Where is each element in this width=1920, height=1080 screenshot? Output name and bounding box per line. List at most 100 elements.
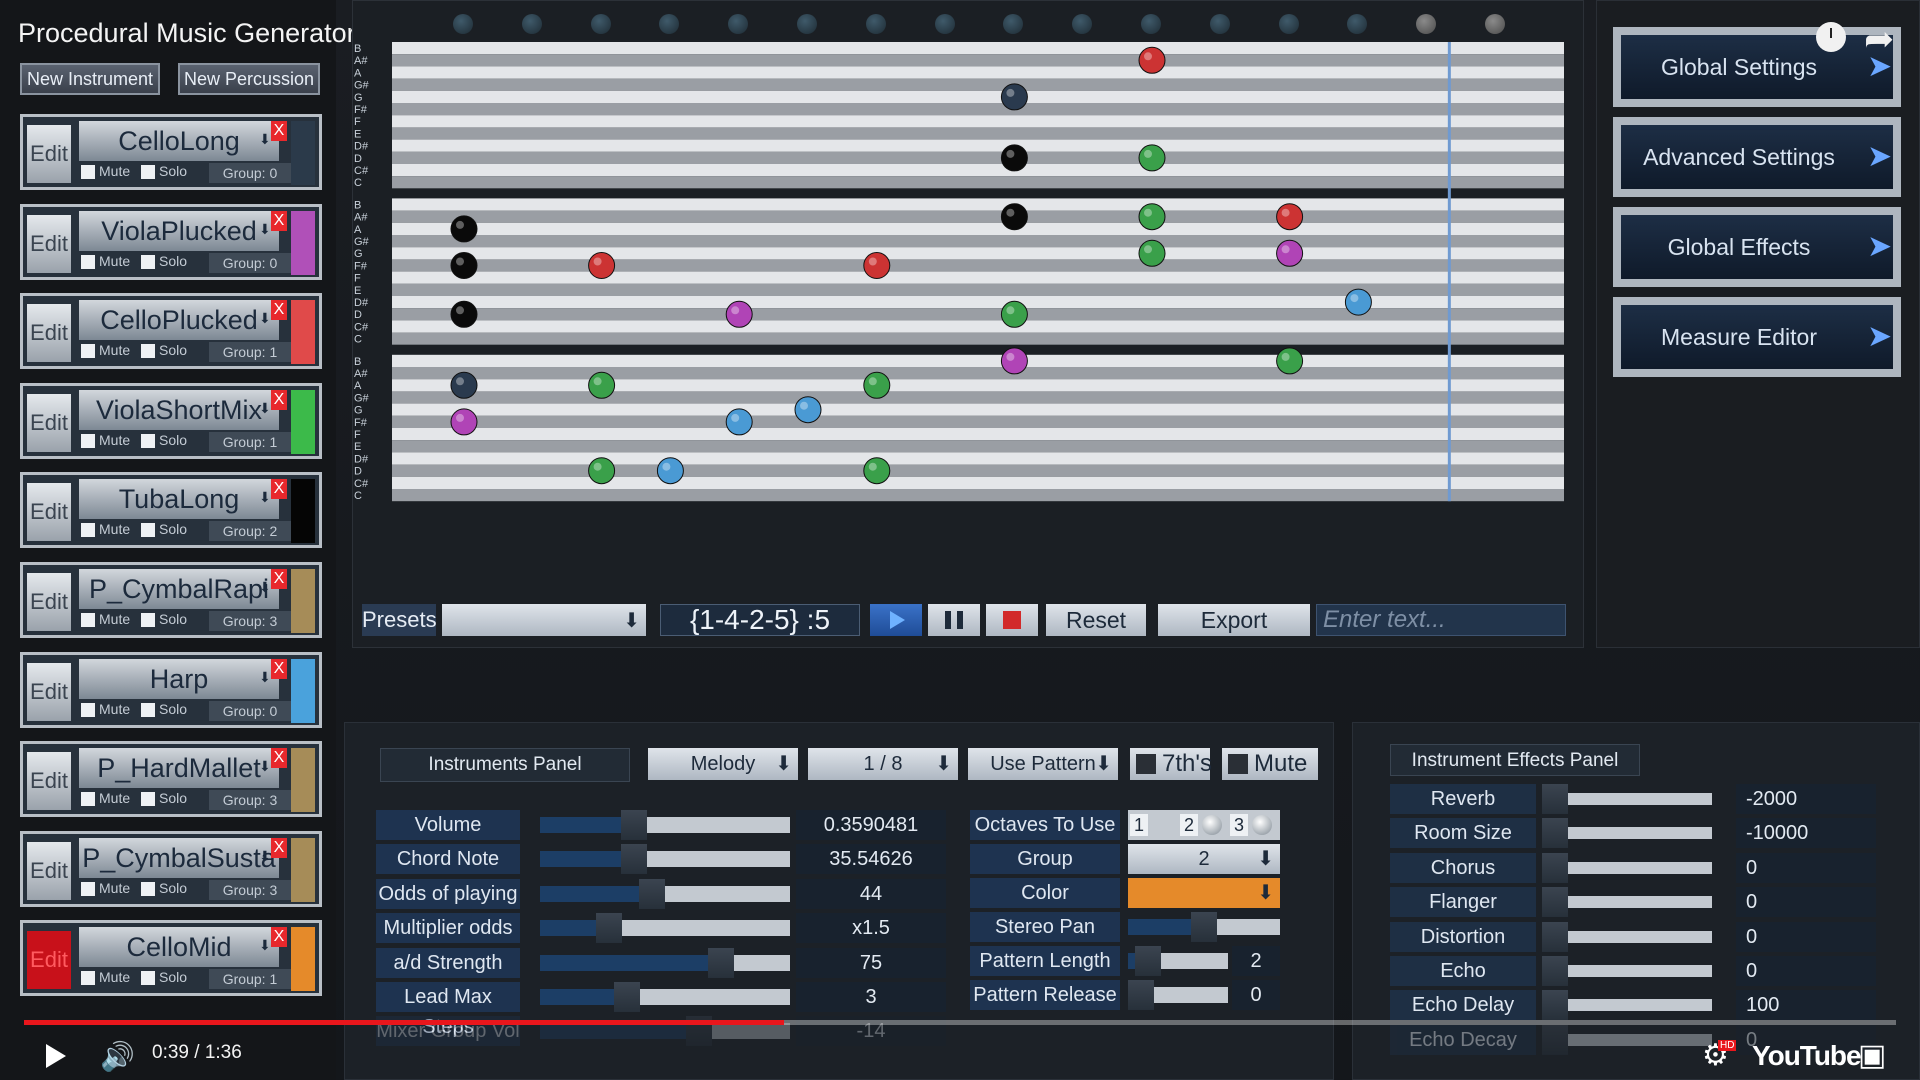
edit-instrument-button[interactable]: Edit xyxy=(27,752,71,811)
group-dropdown[interactable]: 2 ⬇ xyxy=(1128,844,1280,874)
slider-thumb[interactable] xyxy=(708,947,734,978)
instrument-name-dropdown[interactable]: CelloMid xyxy=(79,927,279,968)
slider-thumb[interactable] xyxy=(613,982,640,1012)
pattern-length-slider[interactable] xyxy=(1128,946,1228,976)
octave-3-toggle[interactable]: 3 xyxy=(1230,814,1248,836)
instrument-color-swatch[interactable] xyxy=(291,300,315,365)
beat-dot[interactable] xyxy=(1003,14,1024,34)
instrument-color-swatch[interactable] xyxy=(291,569,315,633)
instrument-color-swatch[interactable] xyxy=(291,121,315,185)
instrument-row[interactable]: Edit CelloMid ⬇ X Mute Solo Group: 1 xyxy=(20,920,322,997)
param-slider[interactable] xyxy=(540,844,790,875)
slider-thumb[interactable] xyxy=(1128,980,1154,1010)
note[interactable] xyxy=(656,457,684,485)
edit-instrument-button[interactable]: Edit xyxy=(27,304,71,363)
instrument-name-dropdown[interactable]: ViolaPlucked xyxy=(79,210,279,251)
instrument-row[interactable]: Edit Harp ⬇ X Mute Solo Group: 0 xyxy=(20,651,322,728)
effect-slider[interactable] xyxy=(1542,990,1712,1021)
slider-thumb[interactable] xyxy=(1135,946,1162,976)
instrument-color-swatch[interactable] xyxy=(291,389,315,454)
instrument-name-dropdown[interactable]: TubaLong xyxy=(79,479,279,520)
instrument-row[interactable]: Edit ViolaPlucked ⬇ X Mute Solo Group: 0 xyxy=(20,203,322,280)
slider-thumb[interactable] xyxy=(620,844,647,875)
beat-dot[interactable] xyxy=(521,14,542,34)
param-slider[interactable] xyxy=(540,947,790,978)
export-name-input[interactable] xyxy=(1316,604,1566,636)
solo-checkbox[interactable] xyxy=(141,702,155,717)
slider-thumb[interactable] xyxy=(1542,990,1568,1021)
instrument-row[interactable]: Edit CelloPlucked ⬇ X Mute Solo Group: 1 xyxy=(20,293,322,370)
mute-toggle[interactable]: Mute xyxy=(1222,748,1318,780)
note[interactable] xyxy=(1276,239,1304,267)
effect-slider[interactable] xyxy=(1542,818,1712,849)
mute-checkbox[interactable] xyxy=(81,344,95,359)
note[interactable] xyxy=(588,252,616,279)
mute-checkbox[interactable] xyxy=(81,702,95,717)
delete-instrument-button[interactable]: X xyxy=(271,389,287,410)
effect-slider[interactable] xyxy=(1542,852,1712,883)
volume-icon[interactable]: 🔊 xyxy=(100,1040,135,1073)
delete-instrument-button[interactable]: X xyxy=(271,121,287,141)
new-percussion-button[interactable]: New Percussion xyxy=(178,63,320,95)
delete-instrument-button[interactable]: X xyxy=(271,837,287,858)
solo-checkbox[interactable] xyxy=(141,254,155,269)
mute-checkbox[interactable] xyxy=(81,433,95,448)
solo-checkbox[interactable] xyxy=(141,881,155,896)
mute-checkbox[interactable] xyxy=(81,613,95,627)
param-slider[interactable] xyxy=(540,878,790,909)
watch-later-icon[interactable] xyxy=(1816,22,1846,52)
instrument-color-swatch[interactable] xyxy=(291,837,315,902)
slider-thumb[interactable] xyxy=(1542,921,1568,952)
solo-checkbox[interactable] xyxy=(141,523,155,538)
note[interactable] xyxy=(863,457,891,485)
pattern-dropdown[interactable]: Use Pattern ⬇ xyxy=(968,748,1118,780)
note[interactable] xyxy=(1000,300,1028,328)
octaves-selector[interactable]: 1 2 3 xyxy=(1128,810,1280,840)
note[interactable] xyxy=(588,371,616,399)
beat-dot[interactable] xyxy=(934,14,955,34)
delete-instrument-button[interactable]: X xyxy=(271,748,287,769)
beat-dot[interactable] xyxy=(1209,14,1230,34)
solo-checkbox[interactable] xyxy=(141,971,155,986)
edit-instrument-button[interactable]: Edit xyxy=(27,125,71,183)
pattern-release-slider[interactable] xyxy=(1128,980,1228,1010)
mute-checkbox[interactable] xyxy=(81,881,95,896)
note[interactable] xyxy=(1000,203,1028,231)
instrument-color-swatch[interactable] xyxy=(291,658,315,723)
note[interactable] xyxy=(1276,347,1304,375)
edit-instrument-button[interactable]: Edit xyxy=(27,931,71,990)
reset-button[interactable]: Reset xyxy=(1046,604,1146,636)
delete-instrument-button[interactable]: X xyxy=(271,479,287,500)
slider-thumb[interactable] xyxy=(1542,784,1568,814)
mute-checkbox[interactable] xyxy=(81,254,95,269)
slider-thumb[interactable] xyxy=(620,810,647,840)
effect-slider[interactable] xyxy=(1542,887,1712,918)
beat-dot[interactable] xyxy=(1347,14,1368,34)
note[interactable] xyxy=(794,396,822,424)
octave-2-toggle[interactable]: 2 xyxy=(1180,814,1198,836)
color-dropdown[interactable]: ⬇ xyxy=(1128,878,1280,908)
beat-dot[interactable] xyxy=(1485,14,1505,34)
beat-dot[interactable] xyxy=(728,14,749,34)
solo-checkbox[interactable] xyxy=(141,613,155,627)
effect-slider[interactable] xyxy=(1542,1024,1712,1055)
presets-dropdown[interactable]: ⬇ xyxy=(442,604,646,636)
instrument-row[interactable]: Edit TubaLong ⬇ X Mute Solo Group: 2 xyxy=(20,472,322,549)
beat-dot[interactable] xyxy=(1278,14,1299,34)
instrument-row[interactable]: Edit CelloLong ⬇ X Mute Solo Group: 0 xyxy=(20,114,322,190)
edit-instrument-button[interactable]: Edit xyxy=(27,573,71,631)
beat-dot[interactable] xyxy=(797,14,817,34)
edit-instrument-button[interactable]: Edit xyxy=(27,662,71,721)
delete-instrument-button[interactable]: X xyxy=(271,658,287,679)
youtube-logo[interactable]: YouTube xyxy=(1752,1040,1862,1072)
effect-slider[interactable] xyxy=(1542,921,1712,952)
instrument-color-swatch[interactable] xyxy=(291,210,315,275)
slider-thumb[interactable] xyxy=(638,878,665,909)
param-slider[interactable] xyxy=(540,913,790,944)
stereo-pan-slider[interactable] xyxy=(1128,912,1280,942)
mute-checkbox[interactable] xyxy=(81,971,95,986)
note[interactable] xyxy=(1138,239,1166,267)
global-settings-button[interactable]: Global Settings ➤ xyxy=(1613,27,1901,107)
note[interactable] xyxy=(1000,144,1028,172)
note[interactable] xyxy=(1000,83,1028,111)
